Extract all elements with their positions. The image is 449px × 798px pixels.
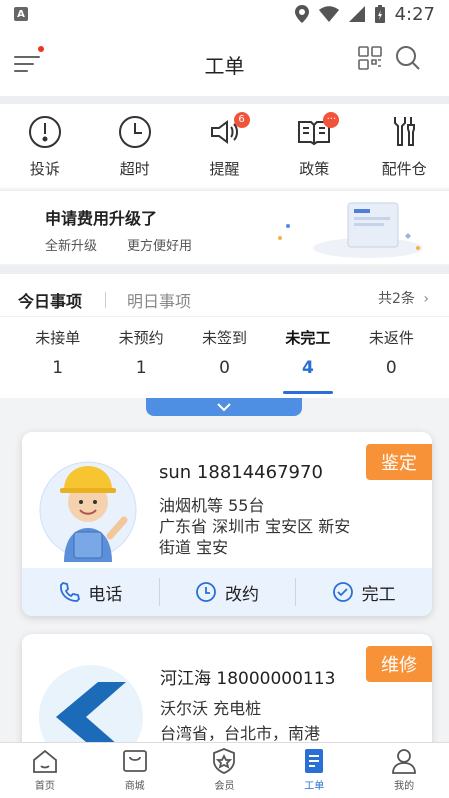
stat-label: 未返件 xyxy=(368,329,414,347)
contact-info: sun 18814467970 xyxy=(159,462,323,483)
nav-label: 首页 xyxy=(34,781,55,792)
stat-incomplete[interactable]: 未完工 4 xyxy=(266,317,349,398)
clock-icon xyxy=(118,116,151,148)
quick-policy[interactable]: ··· 政策 xyxy=(269,104,359,188)
stat-value: 0 xyxy=(385,358,397,378)
expand-toggle[interactable] xyxy=(146,398,302,416)
nav-profile[interactable]: 我的 xyxy=(359,743,449,798)
call-label: 电话 xyxy=(88,584,123,605)
nav-label: 商城 xyxy=(124,781,145,792)
stat-label: 未签到 xyxy=(202,329,248,347)
promo-subtitle-1: 全新升级 xyxy=(45,239,98,254)
phone-icon xyxy=(60,582,81,602)
tab-today[interactable]: 今日事项 xyxy=(18,288,82,312)
clock-time: 4:27 xyxy=(394,3,435,25)
stat-value: 4 xyxy=(302,358,314,378)
bottom-nav: 首页 商城 会员 工单 我的 xyxy=(0,742,449,798)
policy-badge: ··· xyxy=(323,112,340,128)
stat-value: 1 xyxy=(135,358,147,378)
stat-unsigned[interactable]: 未签到 0 xyxy=(183,317,266,398)
reschedule-label: 改约 xyxy=(225,584,259,605)
address: 广东省 深圳市 宝安区 新安街道 宝安 xyxy=(159,517,351,557)
address: 台湾省，台北市，南港 xyxy=(160,724,321,743)
search-icon[interactable] xyxy=(395,45,421,71)
call-button[interactable]: 电话 xyxy=(22,568,159,616)
equipment-info: 油烟机等 55台 xyxy=(159,496,265,515)
promo-subtitle-2: 更方便好用 xyxy=(127,239,193,254)
wifi-icon xyxy=(318,6,339,22)
shop-icon xyxy=(122,750,147,772)
quick-label: 配件仓 xyxy=(381,160,427,178)
nav-member[interactable]: 会员 xyxy=(180,743,270,798)
quick-label: 政策 xyxy=(299,160,330,178)
tab-divider xyxy=(105,292,106,308)
promo-banner[interactable]: 申请费用升级了 全新升级 更方便好用 xyxy=(0,190,449,264)
chevron-right-icon: › xyxy=(423,291,429,307)
stat-unscheduled[interactable]: 未预约 1 xyxy=(99,317,182,398)
app-notification-icon: A xyxy=(14,7,28,21)
stat-label: 未完工 xyxy=(285,329,331,347)
quick-label: 超时 xyxy=(119,160,150,178)
stat-value: 0 xyxy=(219,358,230,378)
profile-icon xyxy=(392,749,416,774)
stat-value: 1 xyxy=(52,358,64,378)
reschedule-button[interactable]: 改约 xyxy=(158,568,296,616)
promo-illustration xyxy=(278,202,423,258)
stat-label: 未接单 xyxy=(35,329,81,347)
nav-label: 工单 xyxy=(304,781,325,792)
order-card[interactable]: 鉴定 sun 18814467970 油烟机等 55台 广东省 深圳市 宝安区 … xyxy=(22,432,432,616)
day-tabs: 今日事项 明日事项 共2条 › xyxy=(0,266,449,316)
member-icon xyxy=(213,748,236,774)
total-count[interactable]: 共2条 › xyxy=(378,288,429,308)
worker-avatar xyxy=(39,461,137,562)
workorder-icon xyxy=(305,749,324,773)
qr-scan-icon[interactable] xyxy=(358,46,382,70)
equipment-info: 沃尔沃 充电桩 xyxy=(160,699,262,718)
active-underline xyxy=(282,391,333,394)
quick-complaint[interactable]: 投诉 xyxy=(0,104,90,188)
status-stats: 未接单 1 未预约 1 未签到 0 未完工 4 未返件 0 xyxy=(0,316,449,398)
stat-unaccepted[interactable]: 未接单 1 xyxy=(16,317,99,398)
nav-label: 我的 xyxy=(394,781,415,792)
nav-label: 会员 xyxy=(214,781,235,792)
quick-parts-warehouse[interactable]: 配件仓 xyxy=(359,104,449,188)
order-actions: 电话 改约 完工 xyxy=(22,568,432,616)
alert-icon xyxy=(28,116,61,148)
tools-icon xyxy=(394,117,416,146)
quick-label: 提醒 xyxy=(209,160,240,178)
complete-label: 完工 xyxy=(361,584,396,605)
complete-button[interactable]: 完工 xyxy=(295,568,432,616)
quick-actions: 投诉 超时 6 提醒 ··· 政策 配件仓 xyxy=(0,104,449,188)
check-circle-icon xyxy=(332,582,353,602)
stat-unreturned[interactable]: 未返件 0 xyxy=(350,317,433,398)
promo-title: 申请费用升级了 xyxy=(45,209,158,228)
location-icon xyxy=(294,5,309,23)
tab-tomorrow[interactable]: 明日事项 xyxy=(127,288,191,312)
signal-icon xyxy=(348,6,365,22)
stat-label: 未预约 xyxy=(118,329,164,347)
order-type-tag: 鉴定 xyxy=(366,444,432,480)
total-label: 共2条 xyxy=(378,291,415,307)
quick-reminder[interactable]: 6 提醒 xyxy=(180,104,270,188)
nav-workorder[interactable]: 工单 xyxy=(269,743,359,798)
clock-icon xyxy=(196,582,216,602)
quick-label: 投诉 xyxy=(29,160,60,178)
quick-timeout[interactable]: 超时 xyxy=(90,104,180,188)
battery-icon xyxy=(374,5,385,23)
nav-shop[interactable]: 商城 xyxy=(90,743,180,798)
order-type-tag: 维修 xyxy=(366,646,432,682)
nav-home[interactable]: 首页 xyxy=(0,743,90,798)
reminder-badge: 6 xyxy=(233,112,250,128)
top-bar: 工单 xyxy=(0,28,449,96)
chevron-down-icon xyxy=(217,403,231,412)
home-icon xyxy=(32,749,57,773)
contact-info: 河江海 18000000113 xyxy=(160,669,336,689)
divider xyxy=(0,96,449,104)
status-bar: A 4:27 xyxy=(0,0,449,28)
